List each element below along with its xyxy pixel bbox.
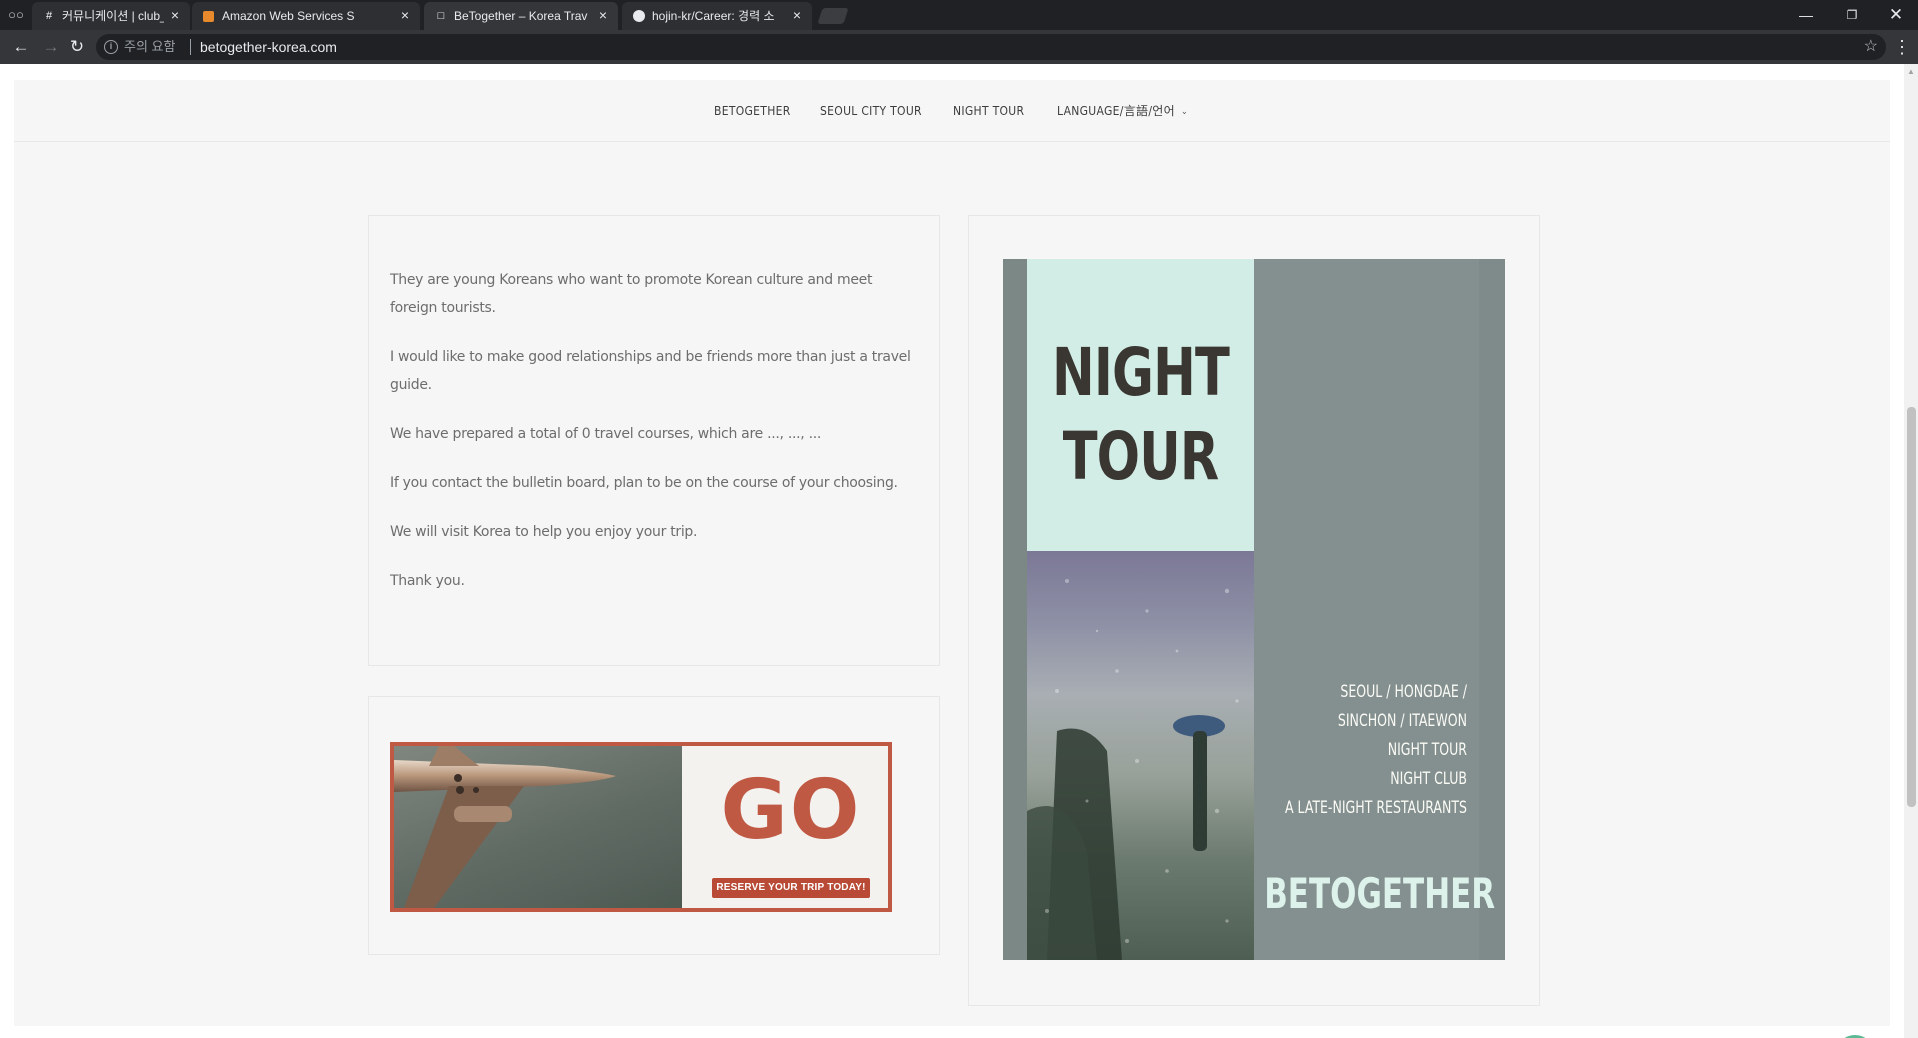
poster-detail-line: NIGHT TOUR bbox=[1387, 740, 1467, 760]
url-text[interactable]: betogether-korea.com bbox=[200, 39, 337, 55]
slack-hash-icon: # bbox=[45, 10, 53, 22]
rain-scene-illustration bbox=[1027, 579, 1239, 960]
poster-title-line: NIGHT bbox=[1052, 334, 1230, 411]
chevron-down-icon: ⌄ bbox=[1180, 107, 1189, 117]
tab-title: 커뮤니케이션 | club_univ bbox=[62, 9, 164, 23]
github-icon bbox=[633, 10, 645, 22]
poster-title-panel: NIGHT TOUR bbox=[1027, 259, 1254, 551]
browser-tab-active[interactable]: □ BeTogether – Korea Trav × bbox=[424, 2, 618, 30]
browser-tab[interactable]: hojin-kr/Career: 경력 소 × bbox=[622, 2, 812, 30]
paragraph: I would like to make good relationships … bbox=[390, 349, 911, 393]
info-icon[interactable]: i bbox=[104, 40, 118, 54]
browser-toolbar: ← → ↻ i 주의 요함 betogether-korea.com ☆ ⋮ bbox=[0, 30, 1918, 64]
forward-arrow-icon[interactable]: → bbox=[40, 37, 62, 57]
poster-edge-strip bbox=[1479, 259, 1505, 960]
nav-item-betogether[interactable]: BETOGETHER bbox=[714, 104, 791, 118]
close-icon[interactable]: × bbox=[790, 8, 804, 22]
bookmark-star-icon[interactable]: ☆ bbox=[1864, 37, 1878, 57]
night-tour-poster-card: NIGHT TOUR SEOUL / HONGDAE / SINCHON / I… bbox=[968, 215, 1540, 1006]
site-navigation: BETOGETHER SEOUL CITY TOUR NIGHT TOUR LA… bbox=[14, 80, 1890, 142]
about-text-card: They are young Koreans who want to promo… bbox=[368, 215, 940, 666]
page-container: BETOGETHER SEOUL CITY TOUR NIGHT TOUR LA… bbox=[14, 80, 1890, 1026]
poster-detail-line: NIGHT CLUB bbox=[1390, 769, 1467, 789]
tab-title: hojin-kr/Career: 경력 소 bbox=[652, 9, 775, 23]
poster-detail-line: A LATE-NIGHT RESTAURANTS bbox=[1284, 798, 1467, 818]
language-label: LANGUAGE/言語/언어 bbox=[1057, 104, 1175, 118]
ad-headline: GO bbox=[720, 763, 862, 858]
paragraph: If you contact the bulletin board, plan … bbox=[390, 475, 898, 491]
nav-item-night-tour[interactable]: NIGHT TOUR bbox=[953, 104, 1024, 118]
paragraph: They are young Koreans who want to promo… bbox=[390, 272, 873, 316]
nav-item-language[interactable]: LANGUAGE/言語/언어 ⌄ bbox=[1057, 104, 1188, 119]
tab-title: BeTogether – Korea Trav bbox=[454, 9, 588, 23]
nav-item-seoul-city-tour[interactable]: SEOUL CITY TOUR bbox=[820, 104, 922, 118]
poster-detail-line: SINCHON / ITAEWON bbox=[1337, 711, 1467, 731]
ad-banner-card: GO RESERVE YOUR TRIP TODAY! bbox=[368, 696, 940, 955]
airplane-photo bbox=[394, 746, 682, 908]
security-status[interactable]: 주의 요함 bbox=[124, 39, 175, 55]
rainy-window-photo bbox=[1027, 551, 1254, 960]
more-menu-icon[interactable]: ⋮ bbox=[1892, 37, 1912, 57]
poster-title: NIGHT TOUR bbox=[1043, 331, 1238, 499]
tab-title: Amazon Web Services S bbox=[222, 9, 355, 23]
poster-details: SEOUL / HONGDAE / SINCHON / ITAEWON NIGH… bbox=[1270, 678, 1467, 823]
restore-icon[interactable]: ❐ bbox=[1832, 4, 1872, 26]
close-icon[interactable]: × bbox=[398, 8, 412, 22]
close-icon[interactable]: × bbox=[596, 8, 610, 22]
back-arrow-icon[interactable]: ← bbox=[10, 37, 32, 57]
address-bar[interactable]: i 주의 요함 betogether-korea.com ☆ bbox=[96, 34, 1886, 60]
page-icon: □ bbox=[437, 10, 445, 22]
airplane-illustration bbox=[394, 746, 616, 908]
poster-edge-strip bbox=[1003, 259, 1027, 960]
web-page: BETOGETHER SEOUL CITY TOUR NIGHT TOUR LA… bbox=[0, 64, 1918, 1038]
poster-detail-line: SEOUL / HONGDAE / bbox=[1340, 682, 1467, 702]
minimize-icon[interactable]: — bbox=[1786, 4, 1826, 26]
new-tab-button[interactable] bbox=[817, 8, 849, 24]
page-scrollbar[interactable]: ▲ bbox=[1904, 64, 1918, 1038]
browser-tab-strip: ○○ # 커뮤니케이션 | club_univ × Amazon Web Ser… bbox=[0, 0, 1918, 30]
night-tour-poster[interactable]: NIGHT TOUR SEOUL / HONGDAE / SINCHON / I… bbox=[1003, 259, 1505, 960]
poster-title-line: TOUR bbox=[1062, 418, 1219, 495]
browser-tab[interactable]: Amazon Web Services S × bbox=[192, 2, 420, 30]
close-icon[interactable]: × bbox=[168, 8, 182, 22]
divider bbox=[190, 39, 191, 55]
window-close-icon[interactable]: ✕ bbox=[1876, 4, 1916, 26]
incognito-icon[interactable]: ○○ bbox=[6, 6, 26, 24]
paragraph: Thank you. bbox=[390, 573, 465, 589]
reload-icon[interactable]: ↻ bbox=[66, 37, 88, 57]
scrollbar-thumb[interactable] bbox=[1907, 407, 1916, 807]
poster-brand: BETOGETHER bbox=[1264, 869, 1496, 918]
aws-cube-icon bbox=[203, 11, 214, 22]
scroll-up-arrow-icon[interactable]: ▲ bbox=[1904, 66, 1918, 78]
browser-tab[interactable]: # 커뮤니케이션 | club_univ × bbox=[32, 2, 190, 30]
reserve-trip-button[interactable]: RESERVE YOUR TRIP TODAY! bbox=[712, 878, 870, 898]
paragraph: We will visit Korea to help you enjoy yo… bbox=[390, 524, 698, 540]
paragraph: We have prepared a total of 0 travel cou… bbox=[390, 426, 822, 442]
reserve-trip-banner[interactable]: GO RESERVE YOUR TRIP TODAY! bbox=[390, 742, 892, 912]
